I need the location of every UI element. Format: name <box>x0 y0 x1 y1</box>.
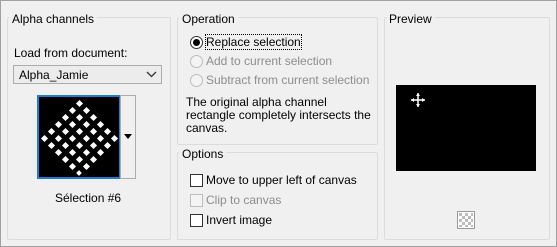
alpha-channel-thumbnail[interactable] <box>37 95 121 179</box>
document-select-value: Alpha_Jamie <box>19 68 89 82</box>
move-upper-left-label[interactable]: Move to upper left of canvas <box>206 173 357 187</box>
chevron-down-icon <box>146 69 157 83</box>
add-selection-radio[interactable] <box>190 55 203 68</box>
transparency-checker-icon[interactable] <box>457 211 475 229</box>
replace-selection-label[interactable]: Replace selection <box>205 34 302 50</box>
intersect-message-line1: The original alpha channel <box>186 95 327 109</box>
alpha-channels-title: Alpha channels <box>9 12 98 26</box>
invert-image-label[interactable]: Invert image <box>206 213 272 227</box>
subtract-selection-label[interactable]: Subtract from current selection <box>206 73 369 87</box>
invert-image-checkbox[interactable] <box>190 214 203 227</box>
thumbnail-dropdown-button[interactable] <box>120 95 136 179</box>
pan-cursor-icon <box>411 93 425 107</box>
selection-name: Sélection #6 <box>55 191 122 205</box>
preview-title: Preview <box>386 12 435 26</box>
clip-to-canvas-label[interactable]: Clip to canvas <box>206 193 281 207</box>
options-title: Options <box>179 147 227 161</box>
operation-title: Operation <box>179 12 238 26</box>
add-selection-label[interactable]: Add to current selection <box>206 54 332 68</box>
subtract-selection-radio[interactable] <box>190 74 203 87</box>
replace-selection-radio[interactable] <box>190 36 203 49</box>
caret-down-icon <box>124 134 132 139</box>
intersect-message-line2: rectangle completely intersects the <box>186 108 371 122</box>
intersect-message-line3: canvas. <box>186 121 228 135</box>
load-from-document-label: Load from document: <box>14 46 127 60</box>
preview-canvas[interactable] <box>396 85 536 171</box>
radio-dot <box>193 39 200 46</box>
load-from-document-text: Load from document: <box>14 46 128 60</box>
diamond-pattern-icon <box>40 99 119 176</box>
document-select[interactable]: Alpha_Jamie <box>13 65 162 84</box>
move-upper-left-checkbox[interactable] <box>190 174 203 187</box>
clip-to-canvas-checkbox[interactable] <box>190 194 203 207</box>
